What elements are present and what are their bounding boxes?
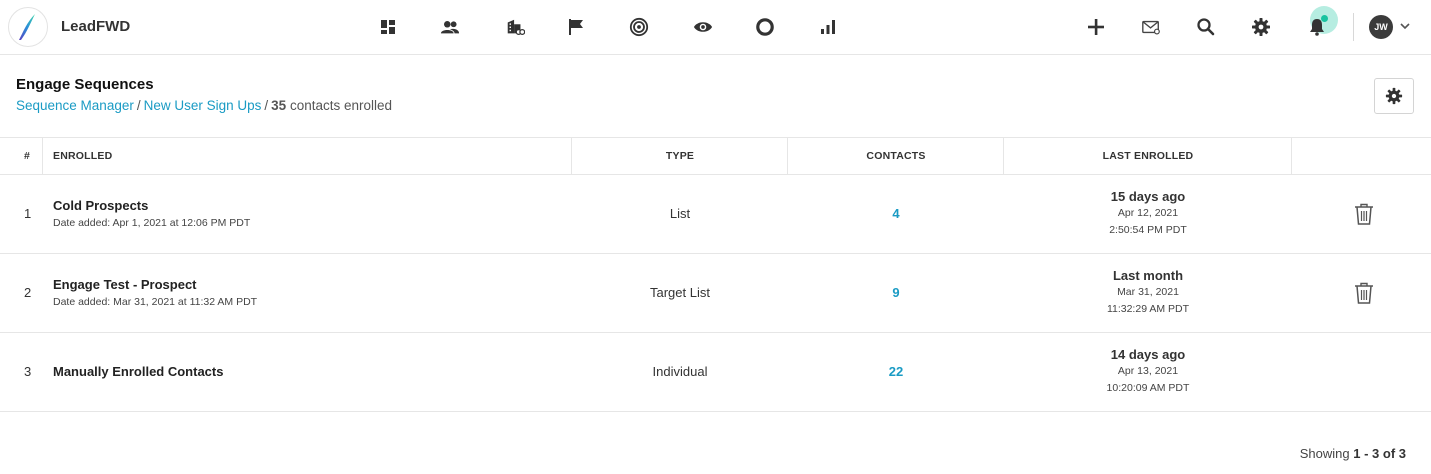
last-enrolled-time: 11:32:29 AM PDT xyxy=(1106,303,1190,315)
enrollment-type: List xyxy=(669,206,691,221)
contacts-count-link[interactable]: 4 xyxy=(788,206,1004,221)
breadcrumb-sequence-manager[interactable]: Sequence Manager xyxy=(16,98,134,113)
bell-icon[interactable] xyxy=(1304,14,1330,40)
companies-icon[interactable] xyxy=(502,14,528,40)
circle-icon[interactable] xyxy=(752,14,778,40)
search-icon[interactable] xyxy=(1193,14,1219,40)
top-navbar: LeadFWD JW xyxy=(0,0,1431,55)
breadcrumb-sequence-name[interactable]: New User Sign Ups xyxy=(144,98,262,113)
column-header-enrolled[interactable]: ENROLLED xyxy=(53,138,112,174)
row-number: 2 xyxy=(24,285,32,300)
enrollment-name[interactable]: Engage Test - Prospect xyxy=(53,277,197,292)
enrollment-table: # ENROLLED TYPE CONTACTS LAST ENROLLED 1… xyxy=(0,137,1431,412)
breadcrumb: Sequence Manager / New User Sign Ups/35 co… xyxy=(16,98,392,113)
last-enrolled-date: Apr 12, 2021 xyxy=(1117,207,1179,219)
column-header-last-enrolled[interactable]: LAST ENROLLED xyxy=(1004,138,1292,174)
trash-icon[interactable] xyxy=(1353,281,1375,305)
column-divider xyxy=(1291,138,1292,174)
date-added: Date added: Apr 1, 2021 at 12:06 PM PDT xyxy=(53,217,251,229)
enrolled-count: 35 xyxy=(271,98,287,113)
last-enrolled-relative: 14 days ago xyxy=(1110,347,1186,362)
enrollment-type: Individual xyxy=(652,364,708,379)
bar-chart-icon[interactable] xyxy=(815,14,841,40)
pagination-summary: Showing 1 - 3 of 3 xyxy=(1300,446,1406,461)
last-enrolled: 15 days ago Apr 12, 2021 2:50:54 PM PDT xyxy=(1004,188,1292,239)
gear-icon[interactable] xyxy=(1248,14,1274,40)
table-header: # ENROLLED TYPE CONTACTS LAST ENROLLED xyxy=(0,137,1431,175)
brand-name[interactable]: LeadFWD xyxy=(61,18,130,35)
enrollment-type: Target List xyxy=(650,285,710,300)
mail-icon[interactable] xyxy=(1138,14,1164,40)
row-number: 1 xyxy=(24,206,32,221)
last-enrolled-time: 2:50:54 PM PDT xyxy=(1109,224,1187,236)
plus-icon[interactable] xyxy=(1083,14,1109,40)
pagination-range: 1 - 3 of 3 xyxy=(1353,446,1406,461)
avatar[interactable]: JW xyxy=(1369,15,1393,39)
enrolled-suffix: contacts enrolled xyxy=(289,98,393,113)
date-added: Date added: Mar 31, 2021 at 11:32 AM PDT xyxy=(53,296,258,308)
column-header-number: # xyxy=(24,150,31,162)
table-row: 3 Manually Enrolled Contacts Individual … xyxy=(0,333,1431,412)
sequence-settings-button[interactable] xyxy=(1374,78,1414,114)
app-logo[interactable] xyxy=(8,7,48,47)
table-row: 2 Engage Test - Prospect Date added: Mar… xyxy=(0,254,1431,333)
column-header-type[interactable]: TYPE xyxy=(572,138,788,174)
last-enrolled-date: Apr 13, 2021 xyxy=(1117,365,1179,377)
last-enrolled-relative: Last month xyxy=(1112,268,1184,283)
feather-logo-icon xyxy=(19,14,35,40)
pagination-prefix: Showing xyxy=(1299,446,1350,461)
breadcrumb-separator: / xyxy=(136,98,141,113)
contacts-icon[interactable] xyxy=(437,14,463,40)
row-number: 3 xyxy=(24,364,32,379)
enrollment-name[interactable]: Manually Enrolled Contacts xyxy=(53,364,223,379)
breadcrumb-separator: / xyxy=(264,98,269,113)
last-enrolled: 14 days ago Apr 13, 2021 10:20:09 AM PDT xyxy=(1004,346,1292,397)
chevron-down-icon[interactable] xyxy=(1398,19,1412,33)
page-title: Engage Sequences xyxy=(16,76,154,93)
column-header-contacts[interactable]: CONTACTS xyxy=(788,138,1004,174)
table-row: 1 Cold Prospects Date added: Apr 1, 2021… xyxy=(0,175,1431,254)
contacts-count-link[interactable]: 9 xyxy=(788,285,1004,300)
contacts-count-link[interactable]: 22 xyxy=(788,364,1004,379)
last-enrolled-relative: 15 days ago xyxy=(1110,189,1186,204)
column-divider xyxy=(42,138,43,174)
eye-icon[interactable] xyxy=(690,14,716,40)
nav-divider xyxy=(1353,13,1354,41)
flag-icon[interactable] xyxy=(563,14,589,40)
last-enrolled-date: Mar 31, 2021 xyxy=(1117,286,1179,298)
trash-icon[interactable] xyxy=(1353,202,1375,226)
last-enrolled-time: 10:20:09 AM PDT xyxy=(1106,382,1190,394)
target-icon[interactable] xyxy=(626,14,652,40)
gear-icon xyxy=(1385,87,1403,105)
dashboard-icon[interactable] xyxy=(375,14,401,40)
last-enrolled: Last month Mar 31, 2021 11:32:29 AM PDT xyxy=(1004,267,1292,318)
enrollment-name[interactable]: Cold Prospects xyxy=(53,198,148,213)
